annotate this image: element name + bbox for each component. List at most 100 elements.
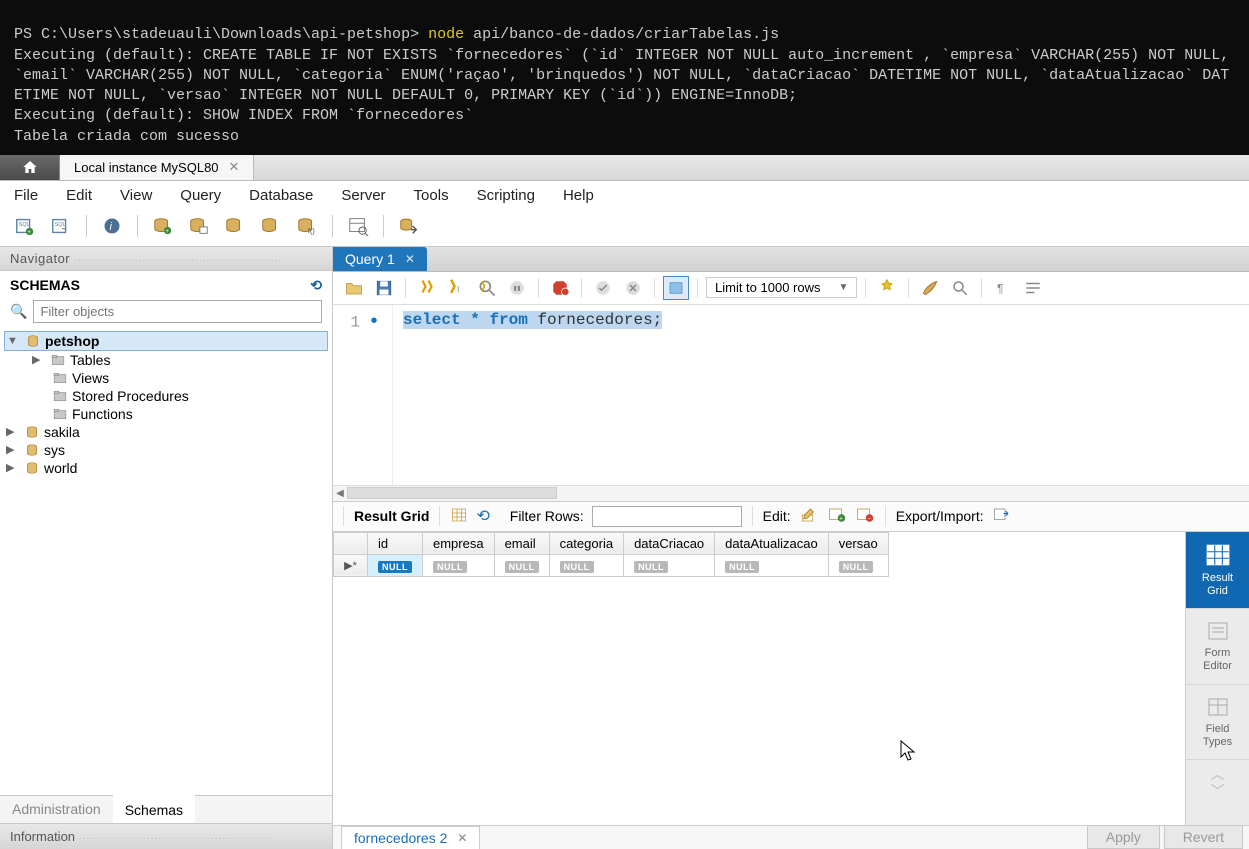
menu-server[interactable]: Server — [341, 187, 385, 204]
folder-icon — [52, 407, 68, 421]
open-sql-button[interactable]: SQL — [46, 212, 76, 240]
reconnect-button[interactable] — [394, 212, 424, 240]
export-button[interactable] — [992, 506, 1012, 527]
col-versao[interactable]: versao — [828, 532, 888, 554]
tree-views[interactable]: Views — [4, 369, 328, 387]
schema-petshop[interactable]: ▼ petshop — [4, 331, 328, 351]
inspector-button[interactable]: i — [97, 212, 127, 240]
db-proc-button[interactable] — [256, 212, 286, 240]
home-tab[interactable] — [0, 155, 60, 180]
invisible-chars-button[interactable]: ¶ — [990, 276, 1016, 300]
filter-objects-input[interactable] — [33, 300, 322, 323]
db-add-button[interactable]: + — [148, 212, 178, 240]
result-grid[interactable]: id empresa email categoria dataCriacao d… — [333, 532, 1185, 825]
col-email[interactable]: email — [494, 532, 549, 554]
stop-on-error-button[interactable] — [547, 276, 573, 300]
rollback-button[interactable] — [620, 276, 646, 300]
schema-sakila[interactable]: ▶sakila — [4, 423, 328, 441]
svg-text:+: + — [27, 229, 31, 236]
side-tab-form-editor[interactable]: Form Editor — [1186, 609, 1249, 684]
field-types-icon — [1203, 695, 1233, 719]
beautify-button[interactable] — [874, 276, 900, 300]
find-button[interactable] — [947, 276, 973, 300]
db-table-button[interactable] — [184, 212, 214, 240]
connection-tab[interactable]: Local instance MySQL80 ✕ — [60, 155, 254, 180]
col-id[interactable]: id — [368, 532, 423, 554]
chevron-down-icon: ▼ — [839, 282, 849, 293]
svg-text:SQL: SQL — [55, 222, 66, 228]
refresh-icon[interactable]: ⟲ — [310, 277, 322, 294]
search-table-button[interactable] — [343, 212, 373, 240]
grid-view-icon[interactable] — [450, 507, 468, 526]
filter-rows-input[interactable] — [592, 506, 742, 527]
navigator-bottom-tabs: Administration Schemas — [0, 795, 332, 823]
close-icon[interactable]: ✕ — [457, 831, 467, 845]
tree-functions[interactable]: Functions — [4, 405, 328, 423]
brush-button[interactable] — [917, 276, 943, 300]
menu-scripting[interactable]: Scripting — [477, 187, 535, 204]
result-bottom-bar: fornecedores 2 ✕ Apply Revert — [333, 825, 1249, 849]
new-sql-tab-button[interactable]: SQL+ — [10, 212, 40, 240]
menu-help[interactable]: Help — [563, 187, 594, 204]
schemas-label: SCHEMAS — [10, 277, 80, 293]
information-panel-header: Information ∙∙∙∙∙∙∙∙∙∙∙∙∙∙∙∙∙∙∙∙∙∙∙∙∙∙∙∙… — [0, 823, 332, 849]
save-button[interactable] — [371, 276, 397, 300]
add-row-button[interactable]: + — [827, 506, 847, 527]
form-icon — [1203, 619, 1233, 643]
db-func-button[interactable]: f() — [292, 212, 322, 240]
result-tab-fornecedores[interactable]: fornecedores 2 ✕ — [341, 826, 480, 849]
query-tab[interactable]: Query 1 ✕ — [333, 247, 427, 271]
search-icon: 🔍 — [10, 303, 27, 320]
menu-view[interactable]: View — [120, 187, 152, 204]
explain-button[interactable] — [474, 276, 500, 300]
refresh-icon[interactable]: ⟲ — [476, 506, 489, 526]
sql-editor[interactable]: 1• select * from fornecedores; — [333, 305, 1249, 485]
commit-button[interactable] — [590, 276, 616, 300]
apply-button[interactable]: Apply — [1087, 825, 1160, 849]
schema-world[interactable]: ▶world — [4, 459, 328, 477]
close-icon[interactable]: ✕ — [405, 252, 415, 266]
limit-rows-select[interactable]: Limit to 1000 rows▼ — [706, 277, 857, 298]
autocommit-button[interactable] — [663, 276, 689, 300]
col-dataatualizacao[interactable]: dataAtualizacao — [715, 532, 829, 554]
delete-row-button[interactable]: − — [855, 506, 875, 527]
edit-row-button[interactable] — [799, 506, 819, 527]
editor-scrollbar[interactable]: ◀ — [333, 485, 1249, 501]
open-file-button[interactable] — [341, 276, 367, 300]
menu-edit[interactable]: Edit — [66, 187, 92, 204]
svg-text:+: + — [165, 228, 169, 235]
col-datacriacao[interactable]: dataCriacao — [624, 532, 715, 554]
table-row[interactable]: ▶* NULL NULL NULL NULL NULL NULL NULL — [334, 554, 889, 576]
execute-button[interactable] — [414, 276, 440, 300]
schema-tree[interactable]: ▼ petshop ▶Tables Views Stored Procedure… — [0, 329, 332, 795]
close-icon[interactable]: ✕ — [229, 159, 240, 175]
side-tab-more[interactable]: ︿ ﹀ — [1186, 760, 1249, 806]
query-tab-bar: Query 1 ✕ — [333, 247, 1249, 272]
wrap-button[interactable] — [1020, 276, 1046, 300]
chevron-down-icon: ﹀ — [1211, 783, 1225, 799]
tab-schemas[interactable]: Schemas — [113, 795, 195, 823]
tree-stored-procedures[interactable]: Stored Procedures — [4, 387, 328, 405]
database-icon — [25, 334, 41, 348]
home-icon — [21, 159, 39, 175]
filter-rows-label: Filter Rows: — [510, 508, 584, 524]
terminal-output: PS C:\Users\stadeuauli\Downloads\api-pet… — [0, 0, 1249, 155]
schema-sys[interactable]: ▶sys — [4, 441, 328, 459]
tab-administration[interactable]: Administration — [0, 796, 113, 823]
menu-query[interactable]: Query — [180, 187, 221, 204]
db-view-button[interactable] — [220, 212, 250, 240]
main-toolbar: SQL+ SQL i + f() — [0, 209, 1249, 247]
stop-button[interactable] — [504, 276, 530, 300]
database-icon — [24, 461, 40, 475]
menu-file[interactable]: File — [14, 187, 38, 204]
col-empresa[interactable]: empresa — [423, 532, 495, 554]
menu-database[interactable]: Database — [249, 187, 313, 204]
result-grid-label: Result Grid — [354, 508, 429, 524]
execute-current-button[interactable]: I — [444, 276, 470, 300]
menu-tools[interactable]: Tools — [414, 187, 449, 204]
tree-tables[interactable]: ▶Tables — [4, 351, 328, 369]
col-categoria[interactable]: categoria — [549, 532, 623, 554]
side-tab-field-types[interactable]: Field Types — [1186, 685, 1249, 760]
side-tab-result-grid[interactable]: Result Grid — [1186, 532, 1249, 609]
revert-button[interactable]: Revert — [1164, 825, 1243, 849]
